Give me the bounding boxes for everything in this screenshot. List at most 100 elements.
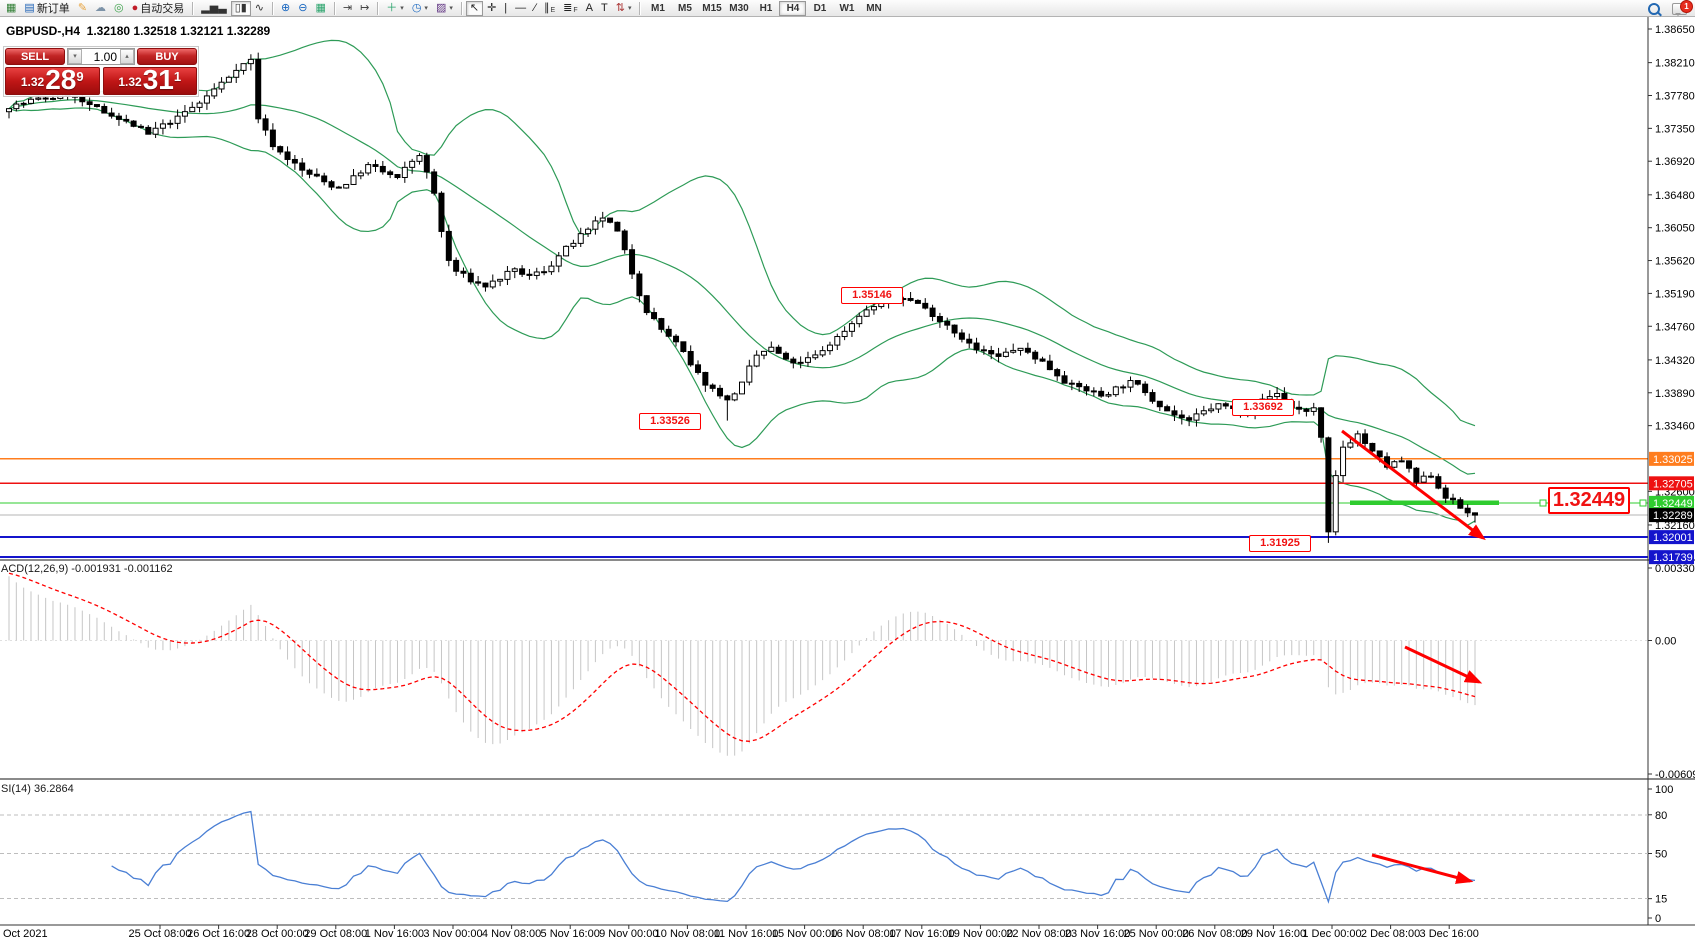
text-label-button[interactable]: T xyxy=(597,1,612,16)
chart-shift-button[interactable]: ↦ xyxy=(356,1,373,16)
price-annotation[interactable]: 1.33526 xyxy=(639,413,701,430)
toolbar-separator xyxy=(377,2,378,15)
timeframe-m15-button[interactable]: M15 xyxy=(698,1,725,16)
svg-text:1.32449: 1.32449 xyxy=(1653,498,1693,510)
toolbar: ▦▤新订单✎☁◎●自动交易▂▅▃▯▮∿⊕⊖▦⇥↦＋▾◷▾▨▾↖✛|—∕∥E≣FA… xyxy=(0,0,1695,17)
indicators-button[interactable]: ＋▾ xyxy=(382,1,408,16)
new-chart-button[interactable]: ▦ xyxy=(2,1,20,16)
timeframe-mn-button[interactable]: MN xyxy=(860,1,887,16)
sell-price-display[interactable]: 1.32289 xyxy=(5,67,100,95)
sell-price-prefix: 1.32 xyxy=(21,75,44,93)
periods-icon: ◷ xyxy=(412,2,422,15)
svg-text:Oct 2021: Oct 2021 xyxy=(3,928,48,940)
arrows-button[interactable]: ⇅▾ xyxy=(612,1,636,16)
timeframe-m30-button[interactable]: M30 xyxy=(725,1,752,16)
trade-panel-top-row: SELL ▾ ▴ BUY xyxy=(5,48,197,65)
vertical-line-icon: | xyxy=(504,2,507,15)
bear-candles xyxy=(43,59,1477,531)
svg-text:11 Nov 16:00: 11 Nov 16:00 xyxy=(714,928,779,940)
crayon-button[interactable]: ✎ xyxy=(74,1,91,16)
price-annotation[interactable]: 1.31925 xyxy=(1249,535,1311,552)
new-chart-icon: ▦ xyxy=(6,2,16,15)
horizontal-level-lines[interactable] xyxy=(0,459,1648,557)
bar-chart-icon: ▂▅▃ xyxy=(201,2,226,15)
signal-button[interactable]: ◎ xyxy=(110,1,128,16)
trendline-button[interactable]: ∕ xyxy=(530,1,540,16)
candle-chart-button[interactable]: ▯▮ xyxy=(231,1,251,16)
text-button[interactable]: A xyxy=(582,1,597,16)
signal-icon: ◎ xyxy=(114,2,124,15)
svg-text:4 Nov 08:00: 4 Nov 08:00 xyxy=(482,928,541,940)
svg-text:10 Nov 08:00: 10 Nov 08:00 xyxy=(655,928,720,940)
svg-text:29 Oct 08:00: 29 Oct 08:00 xyxy=(304,928,367,940)
crosshair-button[interactable]: ✛ xyxy=(483,1,500,16)
pane-separators[interactable] xyxy=(0,17,1695,925)
timeframe-m1-button[interactable]: M1 xyxy=(644,1,671,16)
fibonacci-button[interactable]: ≣F xyxy=(559,1,582,16)
timeframe-h4-button[interactable]: H4 xyxy=(779,1,806,16)
buy-price-pip: 1 xyxy=(174,69,181,84)
svg-text:80: 80 xyxy=(1655,810,1667,822)
buy-price-display[interactable]: 1.32311 xyxy=(103,67,198,95)
rsi-axis: 1008050150 xyxy=(1648,784,1673,925)
price-annotation[interactable]: 1.35146 xyxy=(841,287,903,304)
one-click-trading-panel: SELL ▾ ▴ BUY 1.32289 1.32311 xyxy=(3,46,199,97)
timeframe-h1-button[interactable]: H1 xyxy=(752,1,779,16)
cursor-button[interactable]: ↖ xyxy=(466,1,483,16)
cursor-icon: ↖ xyxy=(470,2,479,15)
volume-input[interactable] xyxy=(82,49,120,64)
rsi-level-lines xyxy=(0,815,1648,899)
sell-price-big: 28 xyxy=(45,67,76,93)
fibonacci-letter: F xyxy=(573,7,577,15)
svg-text:15: 15 xyxy=(1655,894,1667,906)
search-icon[interactable] xyxy=(1648,3,1660,15)
chart-canvas[interactable]: 0.0033050.00-0.00609210080501501.386501.… xyxy=(0,17,1695,941)
volume-increase-button[interactable]: ▴ xyxy=(120,49,134,64)
terminal-window: ▦▤新订单✎☁◎●自动交易▂▅▃▯▮∿⊕⊖▦⇥↦＋▾◷▾▨▾↖✛|—∕∥E≣FA… xyxy=(0,0,1695,941)
auto-scroll-button[interactable]: ⇥ xyxy=(339,1,356,16)
timeframe-w1-button[interactable]: W1 xyxy=(833,1,860,16)
buy-button[interactable]: BUY xyxy=(137,48,197,65)
svg-text:3 Dec 16:00: 3 Dec 16:00 xyxy=(1420,928,1479,940)
volume-decrease-button[interactable]: ▾ xyxy=(68,49,82,64)
new-order-button[interactable]: ▤新订单 xyxy=(20,1,73,16)
time-axis[interactable]: Oct 202125 Oct 08:0026 Oct 16:0028 Oct 0… xyxy=(3,925,1479,940)
zoom-out-button[interactable]: ⊖ xyxy=(294,1,311,16)
toolbar-separator xyxy=(639,2,640,15)
price-annotation[interactable]: 1.33692 xyxy=(1232,399,1294,416)
horizontal-line-button[interactable]: — xyxy=(511,1,530,16)
svg-text:1.38650: 1.38650 xyxy=(1655,24,1695,36)
svg-text:1.34320: 1.34320 xyxy=(1655,355,1695,367)
chevron-down-icon: ▾ xyxy=(628,4,632,12)
buy-price-big: 31 xyxy=(143,67,174,93)
chart-shift-icon: ↦ xyxy=(360,2,369,15)
bollinger-lower-band xyxy=(9,108,1475,525)
tile-windows-button[interactable]: ▦ xyxy=(311,1,329,16)
chat-icon[interactable]: 1 xyxy=(1672,3,1687,15)
templates-button[interactable]: ▨▾ xyxy=(432,1,457,16)
price-axis[interactable]: 1.386501.382101.377801.373501.369201.364… xyxy=(1648,24,1695,564)
autotrading-button[interactable]: ●自动交易 xyxy=(128,1,189,16)
new-order-icon: ▤ xyxy=(24,2,34,15)
line-chart-icon: ∿ xyxy=(255,2,264,15)
macd-axis: 0.0033050.00-0.006092 xyxy=(1648,563,1695,781)
svg-text:17 Nov 16:00: 17 Nov 16:00 xyxy=(889,928,954,940)
sell-button[interactable]: SELL xyxy=(5,48,65,65)
svg-text:1.32289: 1.32289 xyxy=(1653,510,1693,522)
equidistant-channel-button[interactable]: ∥E xyxy=(540,1,559,16)
svg-text:25 Oct 08:00: 25 Oct 08:00 xyxy=(129,928,192,940)
indicators-icon: ＋ xyxy=(386,2,397,15)
zoom-in-button[interactable]: ⊕ xyxy=(277,1,294,16)
timeframe-d1-button[interactable]: D1 xyxy=(806,1,833,16)
support-price-annotation[interactable]: 1.32449 xyxy=(1548,487,1630,514)
bar-chart-button[interactable]: ▂▅▃ xyxy=(197,1,230,16)
cloud-button[interactable]: ☁ xyxy=(91,1,110,16)
trend-arrows[interactable] xyxy=(1342,431,1483,881)
svg-text:50: 50 xyxy=(1655,849,1667,861)
line-chart-button[interactable]: ∿ xyxy=(251,1,268,16)
timeframe-m5-button[interactable]: M5 xyxy=(671,1,698,16)
svg-text:26 Nov 08:00: 26 Nov 08:00 xyxy=(1182,928,1247,940)
crosshair-icon: ✛ xyxy=(487,2,496,15)
periods-button[interactable]: ◷▾ xyxy=(408,1,432,16)
vertical-line-button[interactable]: | xyxy=(500,1,511,16)
